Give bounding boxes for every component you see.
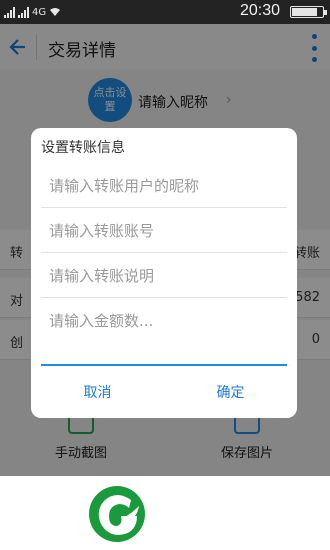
amount-input[interactable]: [41, 299, 287, 343]
nickname-input[interactable]: [41, 164, 287, 207]
battery-level: [292, 8, 318, 16]
cancel-button[interactable]: 取消: [31, 370, 164, 414]
dialog-title: 设置转账信息: [41, 140, 125, 156]
app-logo-icon: [89, 486, 145, 542]
status-bar: 4G 20:30: [0, 0, 330, 24]
network-type: 4G: [32, 6, 47, 18]
bottom-blank: [0, 476, 80, 550]
transfer-info-dialog: 设置转账信息 取消 确定: [31, 128, 297, 418]
confirm-button[interactable]: 确定: [164, 370, 297, 414]
description-input[interactable]: [41, 254, 287, 297]
description-field[interactable]: [41, 254, 287, 298]
clock: 20:30: [239, 2, 280, 19]
logo-card: [80, 476, 330, 550]
signal-icon-2: [18, 6, 29, 18]
nickname-field[interactable]: [41, 164, 287, 208]
signal-icon: [4, 6, 15, 18]
amount-field[interactable]: [41, 299, 287, 343]
status-icons: 4G: [4, 3, 61, 21]
account-field[interactable]: [41, 209, 287, 253]
focus-underline: [41, 364, 287, 366]
battery-icon: [290, 6, 327, 18]
account-input[interactable]: [41, 209, 287, 252]
wifi-icon: [50, 8, 61, 16]
